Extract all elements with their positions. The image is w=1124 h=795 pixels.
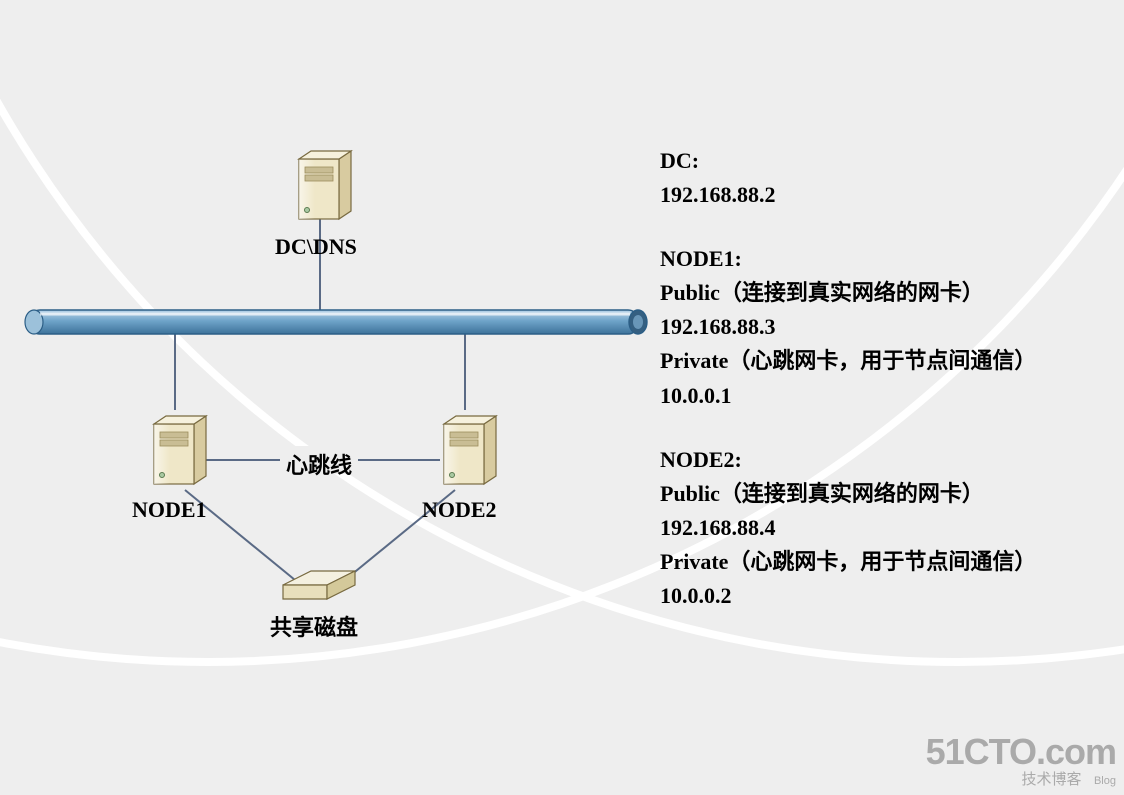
node1-public: Public（连接到真实网络的网卡） [660,276,1036,310]
node2-private: Private（心跳网卡，用于节点间通信） [660,545,1036,579]
node1-label: NODE1 [132,497,207,523]
shared-disk-icon [283,571,355,599]
dc-label: DC\DNS [275,234,357,260]
watermark-logo: 51CTO.com [926,732,1116,772]
node1-private: Private（心跳网卡，用于节点间通信） [660,344,1036,378]
heartbeat-label: 心跳线 [286,448,352,480]
node2-public-ip: 192.168.88.4 [660,511,1036,545]
node2-server-icon [444,416,496,484]
dc-server-icon [299,151,351,219]
watermark-tag: Blog [1094,775,1116,787]
shared-disk-label: 共享磁盘 [270,610,358,642]
dc-ip: 192.168.88.2 [660,178,1036,212]
node1-private-ip: 10.0.0.1 [660,379,1036,413]
node1-title: NODE1: [660,242,1036,276]
node1-public-ip: 192.168.88.3 [660,310,1036,344]
watermark: 51CTO.com 技术博客 Blog [926,732,1116,789]
info-block: DC: 192.168.88.2 NODE1: Public（连接到真实网络的网… [660,144,1036,613]
node2-title: NODE2: [660,443,1036,477]
node1-server-icon [154,416,206,484]
node2-label: NODE2 [422,497,497,523]
watermark-sub: 技术博客 [1022,771,1082,788]
node2-public: Public（连接到真实网络的网卡） [660,477,1036,511]
network-bus-icon [25,310,647,334]
dc-title: DC: [660,144,1036,178]
node2-private-ip: 10.0.0.2 [660,579,1036,613]
